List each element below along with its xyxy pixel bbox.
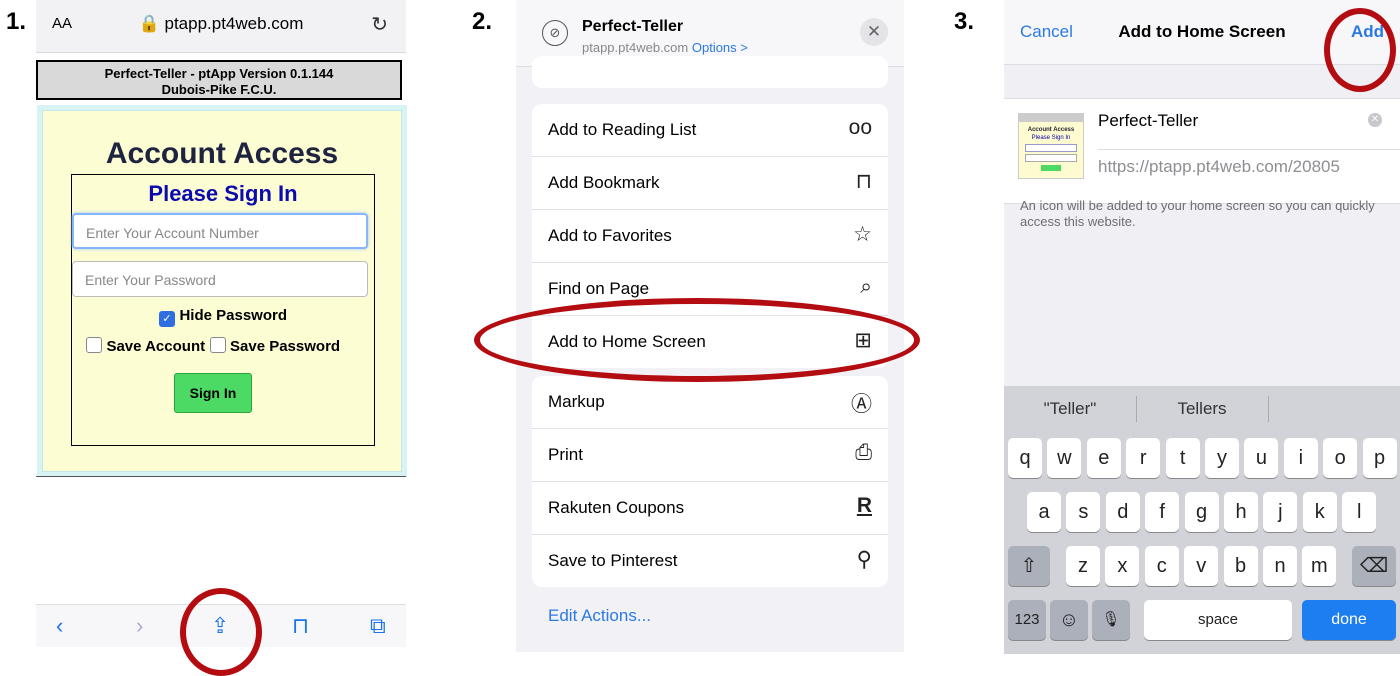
key-g[interactable]: g (1184, 492, 1219, 532)
glasses-icon: oo (848, 116, 872, 139)
search-icon: ⌕ (860, 275, 872, 298)
step-label-2: 2. (472, 8, 493, 35)
highlight-home-screen-ellipse (474, 298, 920, 382)
clear-icon[interactable]: ✕ (1368, 113, 1382, 127)
sign-in-button[interactable]: Sign In (174, 373, 252, 413)
page-title: Account Access (105, 137, 339, 170)
compass-icon: ⊘ (542, 20, 568, 46)
forward-icon[interactable]: › (136, 613, 143, 639)
key-b[interactable]: b (1223, 546, 1258, 586)
action-add-bookmark[interactable]: Add Bookmark ⊓ (532, 157, 888, 210)
partial-row (532, 56, 888, 88)
key-s[interactable]: s (1066, 492, 1101, 532)
numbers-key[interactable]: 123 (1008, 600, 1046, 640)
save-account-checkbox[interactable] (86, 337, 102, 353)
action-add-to-favorites[interactable]: Add to Favorites ☆ (532, 210, 888, 263)
action-add-to-reading-list[interactable]: Add to Reading List oo (532, 104, 888, 157)
url-field: https://ptapp.pt4web.com/20805 (1098, 157, 1340, 176)
site-institution: Dubois-Pike F.C.U. (161, 82, 277, 97)
key-l[interactable]: l (1342, 492, 1377, 532)
key-t[interactable]: t (1165, 438, 1200, 478)
add-to-home-screen-panel: Cancel Add to Home Screen Add Account Ac… (1004, 0, 1400, 654)
microphone-icon[interactable]: 🎙 (1092, 600, 1130, 640)
star-icon: ☆ (853, 223, 872, 246)
action-save-to-pinterest[interactable]: Save to Pinterest ⚲ (532, 535, 888, 587)
url-text: ptapp.pt4web.com (164, 14, 304, 33)
key-h[interactable]: h (1224, 492, 1258, 532)
key-u[interactable]: u (1244, 438, 1279, 478)
markup-icon: Ⓐ (851, 393, 872, 416)
tabs-icon[interactable]: ⧉ (370, 613, 386, 639)
key-w[interactable]: w (1047, 438, 1082, 478)
lock-icon: 🔒 (138, 14, 160, 33)
site-header: Perfect-Teller - ptApp Version 0.1.144 D… (36, 60, 402, 100)
key-y[interactable]: y (1205, 438, 1239, 478)
sheet-url: ptapp.pt4web.com (582, 40, 689, 55)
site-version: Perfect-Teller - ptApp Version 0.1.144 (104, 66, 334, 81)
key-j[interactable]: j (1263, 492, 1298, 532)
rakuten-icon: R (856, 494, 872, 517)
key-v[interactable]: v (1184, 546, 1219, 586)
space-key[interactable]: space (1144, 600, 1292, 640)
reload-icon[interactable]: ↻ (371, 12, 388, 37)
info-note: An icon will be added to your home scree… (1020, 198, 1375, 229)
site-thumbnail: Account Access Please Sign In (1018, 113, 1084, 179)
safari-browser-panel: AA 🔒 ptapp.pt4web.com ↻ Perfect-Teller -… (36, 0, 406, 676)
close-icon[interactable]: ✕ (860, 18, 888, 46)
name-field[interactable]: Perfect-Teller (1098, 111, 1198, 131)
shift-icon[interactable]: ⇧ (1008, 546, 1050, 586)
pin-icon: ⚲ (856, 548, 872, 571)
key-i[interactable]: i (1283, 438, 1318, 478)
key-f[interactable]: f (1145, 492, 1180, 532)
login-form: Please Sign In Enter Your Account Number… (71, 174, 375, 446)
action-markup[interactable]: Markup Ⓐ (532, 376, 888, 429)
action-rakuten-coupons[interactable]: Rakuten Coupons R (532, 482, 888, 535)
key-p[interactable]: p (1362, 438, 1397, 478)
book-icon: ⊓ (855, 170, 872, 193)
save-password-label: Save Password (230, 338, 341, 355)
highlight-share-circle (180, 588, 262, 676)
key-a[interactable]: a (1027, 492, 1061, 532)
key-x[interactable]: x (1105, 546, 1140, 586)
actions-group-2: Markup Ⓐ Print ⎙ Rakuten Coupons R Save … (532, 376, 888, 587)
suggestion-2[interactable]: Tellers (1136, 386, 1268, 432)
key-n[interactable]: n (1263, 546, 1297, 586)
key-d[interactable]: d (1105, 492, 1140, 532)
login-page: Account Access Please Sign In Enter Your… (42, 110, 402, 472)
address-bar[interactable]: AA 🔒 ptapp.pt4web.com ↻ (36, 0, 406, 53)
back-icon[interactable]: ‹ (56, 613, 63, 639)
hide-password-label: Hide Password (179, 307, 287, 324)
bookmarks-icon[interactable]: ⊓ (292, 613, 309, 639)
edit-actions-link[interactable]: Edit Actions... (548, 606, 651, 626)
emoji-icon[interactable]: ☺ (1050, 600, 1088, 640)
done-button[interactable]: done (1302, 600, 1396, 640)
key-e[interactable]: e (1086, 438, 1121, 478)
account-number-input[interactable]: Enter Your Account Number (72, 213, 368, 249)
bookmark-card: Account Access Please Sign In Perfect-Te… (1004, 98, 1400, 204)
save-password-checkbox[interactable] (209, 337, 226, 353)
backspace-icon[interactable]: ⌫ (1352, 546, 1396, 586)
action-print[interactable]: Print ⎙ (532, 429, 888, 482)
options-link[interactable]: Options > (692, 40, 748, 55)
sheet-title: Perfect-Teller (582, 18, 684, 35)
key-r[interactable]: r (1126, 438, 1161, 478)
step-label-1: 1. (6, 8, 27, 35)
sign-in-heading: Please Sign In (148, 181, 298, 206)
password-input[interactable]: Enter Your Password (72, 261, 368, 297)
key-c[interactable]: c (1144, 546, 1179, 586)
save-account-label: Save Account (106, 338, 206, 355)
key-z[interactable]: z (1066, 546, 1100, 586)
step-label-3: 3. (954, 8, 975, 35)
suggestion-1[interactable]: "Teller" (1004, 386, 1136, 432)
key-m[interactable]: m (1302, 546, 1337, 586)
printer-icon: ⎙ (855, 441, 872, 464)
highlight-add-circle (1324, 8, 1396, 92)
divider (36, 476, 406, 477)
hide-password-checkbox[interactable]: ✓ (159, 311, 175, 327)
key-o[interactable]: o (1323, 438, 1358, 478)
keyboard: "Teller" Tellers q w e r t y u i o p a s d f g h j k l ⇧ z x c… (1004, 386, 1400, 654)
key-q[interactable]: q (1008, 438, 1042, 478)
key-k[interactable]: k (1302, 492, 1337, 532)
